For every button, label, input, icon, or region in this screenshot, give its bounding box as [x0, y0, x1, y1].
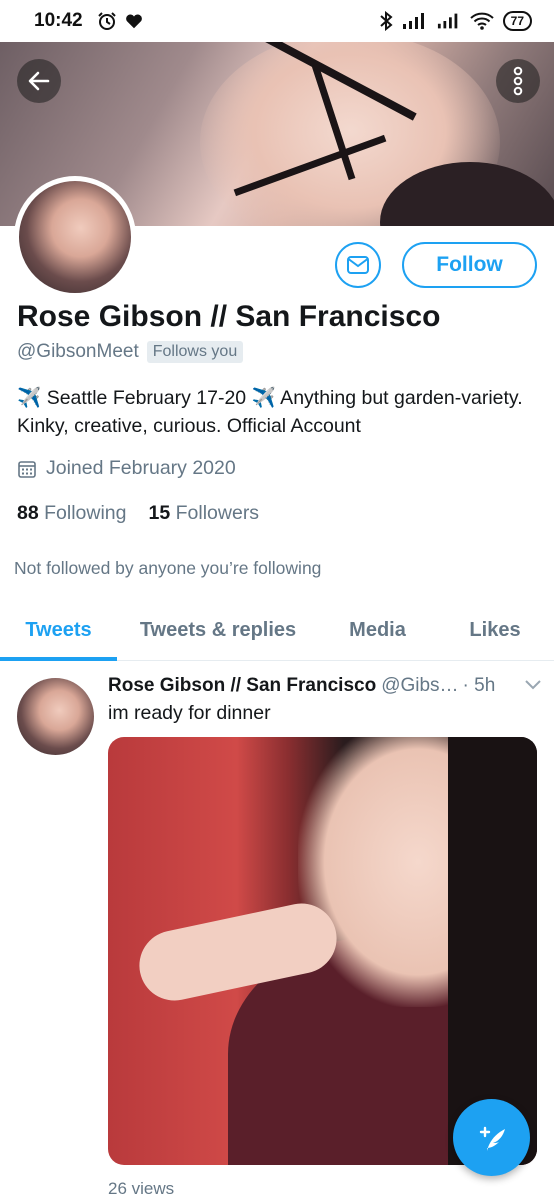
back-arrow-icon — [28, 71, 50, 91]
tab-likes[interactable]: Likes — [436, 600, 554, 660]
compose-tweet-button[interactable] — [453, 1099, 530, 1176]
battery-indicator: 77 — [502, 11, 532, 31]
followers-link[interactable]: 15 Followers — [149, 502, 260, 525]
profile-avatar[interactable] — [14, 176, 136, 298]
signal-icon — [402, 13, 424, 29]
bluetooth-icon — [379, 11, 393, 31]
follow-button[interactable]: Follow — [402, 242, 537, 288]
tab-media[interactable]: Media — [319, 600, 436, 660]
tweet-author-name[interactable]: Rose Gibson // San Francisco — [108, 675, 376, 697]
more-vertical-icon — [513, 66, 523, 96]
followers-count: 15 — [148, 502, 171, 524]
mail-icon — [347, 256, 369, 274]
calendar-icon — [18, 460, 36, 478]
joined-date: Joined February 2020 — [46, 457, 236, 479]
following-link[interactable]: 88 Following — [17, 502, 127, 525]
status-bar: 10:42 77 — [0, 0, 554, 42]
status-time: 10:42 — [34, 10, 83, 31]
tweet-text: im ready for dinner — [108, 702, 271, 724]
following-label: Following — [44, 502, 127, 524]
follow-stats: 88 Following 15 Followers — [17, 502, 259, 525]
tweet-media-image[interactable] — [108, 737, 537, 1165]
profile-handle: @GibsonMeet — [17, 341, 139, 362]
following-count: 88 — [17, 502, 39, 524]
tweet-header: Rose Gibson // San Francisco @Gibs… · 5h — [108, 675, 542, 697]
profile-bio: ✈️ Seattle February 17-20 ✈️ Anything bu… — [17, 387, 523, 437]
tweet-time: · 5h — [462, 675, 496, 696]
heart-icon — [125, 14, 142, 29]
followers-label: Followers — [175, 502, 260, 524]
message-button[interactable] — [335, 242, 381, 288]
handle-row: @GibsonMeet Follows you — [17, 341, 244, 363]
wifi-icon — [469, 12, 494, 30]
tweet-author-handle: @Gibs… — [381, 675, 459, 696]
profile-tabs: Tweets Tweets & replies Media Likes — [0, 600, 554, 661]
chevron-down-icon — [525, 680, 541, 690]
tweet-views: 26 views — [108, 1179, 175, 1198]
not-followed-notice: Not followed by anyone you’re following — [14, 558, 322, 578]
tab-tweets-replies[interactable]: Tweets & replies — [117, 600, 319, 660]
alarm-icon — [97, 12, 116, 30]
follows-you-badge: Follows you — [146, 341, 244, 363]
tweet-menu-button[interactable] — [524, 675, 542, 697]
more-options-button[interactable] — [496, 59, 540, 103]
tab-tweets[interactable]: Tweets — [0, 600, 117, 661]
signal-icon — [437, 13, 457, 29]
tweet-avatar[interactable] — [17, 678, 94, 755]
back-button[interactable] — [17, 59, 61, 103]
compose-icon — [479, 1126, 505, 1151]
profile-display-name: Rose Gibson // San Francisco — [17, 300, 441, 333]
joined-row: Joined February 2020 — [17, 457, 236, 480]
